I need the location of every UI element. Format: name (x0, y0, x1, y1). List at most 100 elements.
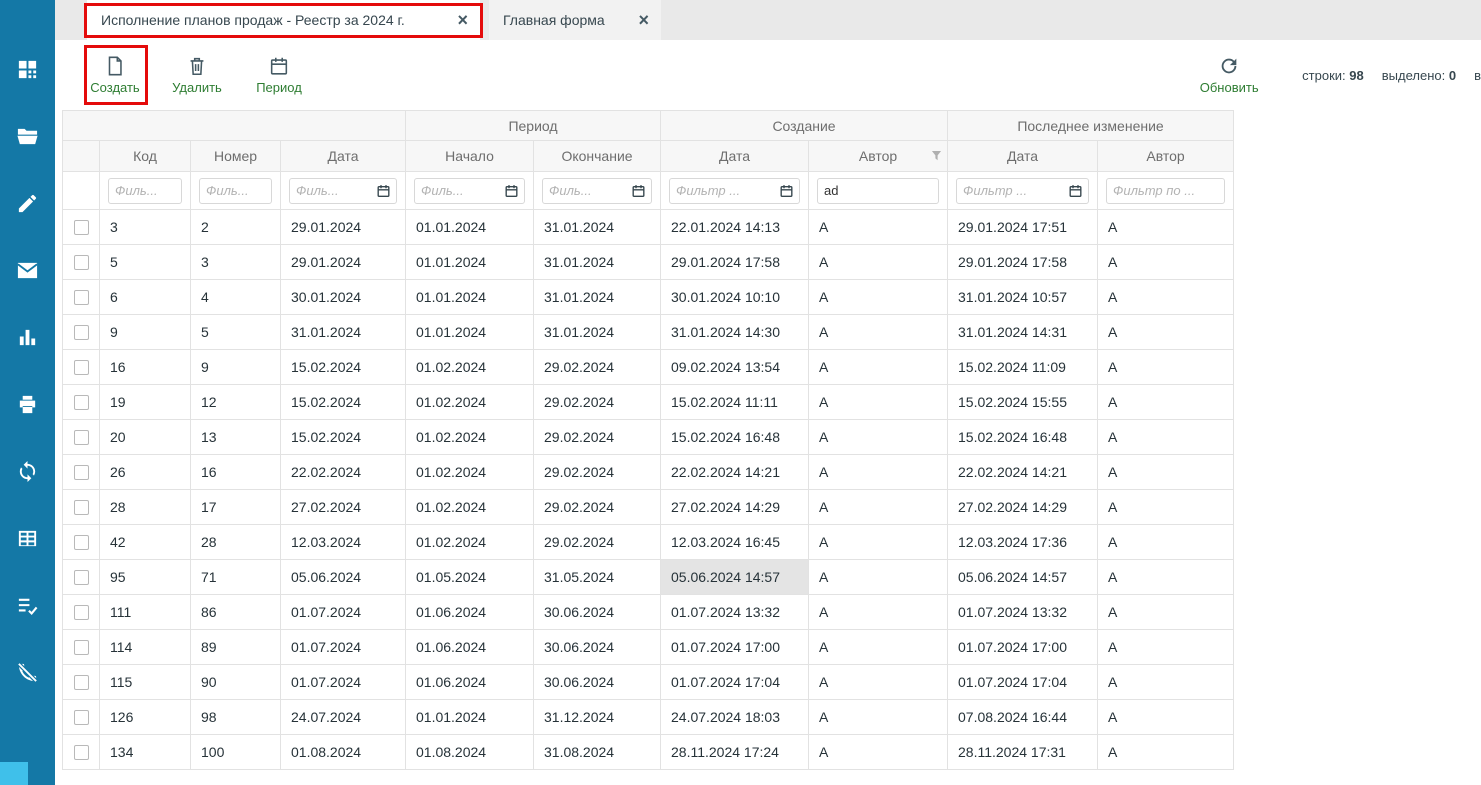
cell-number[interactable]: 2 (191, 210, 281, 245)
row-checkbox[interactable] (74, 360, 89, 375)
cell-code[interactable]: 16 (100, 350, 191, 385)
cell-period-start[interactable]: 01.05.2024 (406, 560, 534, 595)
row-checkbox[interactable] (74, 570, 89, 585)
cell-period-end[interactable]: 31.12.2024 (534, 700, 661, 735)
cell-period-start[interactable]: 01.06.2024 (406, 630, 534, 665)
cell-code[interactable]: 6 (100, 280, 191, 315)
cell-modified-author[interactable]: A (1098, 735, 1234, 770)
cell-modified-date[interactable]: 29.01.2024 17:58 (948, 245, 1098, 280)
cell-created-date[interactable]: 05.06.2024 14:57 (661, 560, 809, 595)
cell-created-author[interactable]: A (809, 665, 948, 700)
cell-date[interactable]: 30.01.2024 (281, 280, 406, 315)
cell-created-author[interactable]: A (809, 280, 948, 315)
row-checkbox[interactable] (74, 430, 89, 445)
cell-modified-author[interactable]: A (1098, 245, 1234, 280)
cell-period-start[interactable]: 01.06.2024 (406, 595, 534, 630)
row-checkbox[interactable] (74, 640, 89, 655)
cell-modified-date[interactable]: 15.02.2024 16:48 (948, 420, 1098, 455)
cell-modified-author[interactable]: A (1098, 420, 1234, 455)
cell-period-end[interactable]: 29.02.2024 (534, 385, 661, 420)
row-checkbox[interactable] (74, 325, 89, 340)
cell-number[interactable]: 13 (191, 420, 281, 455)
cell-number[interactable]: 28 (191, 525, 281, 560)
sidebar-item-registry[interactable] (0, 505, 55, 572)
cell-created-date[interactable]: 31.01.2024 14:30 (661, 315, 809, 350)
cell-modified-date[interactable]: 12.03.2024 17:36 (948, 525, 1098, 560)
cell-created-author[interactable]: A (809, 560, 948, 595)
cell-modified-author[interactable]: A (1098, 455, 1234, 490)
cell-date[interactable]: 29.01.2024 (281, 210, 406, 245)
cell-modified-date[interactable]: 27.02.2024 14:29 (948, 490, 1098, 525)
cell-number[interactable]: 89 (191, 630, 281, 665)
cell-created-author[interactable]: A (809, 525, 948, 560)
cell-code[interactable]: 5 (100, 245, 191, 280)
sidebar-item-qr[interactable] (0, 36, 55, 103)
cell-code[interactable]: 26 (100, 455, 191, 490)
cell-modified-date[interactable]: 01.07.2024 17:04 (948, 665, 1098, 700)
cell-created-author[interactable]: A (809, 735, 948, 770)
column-header-period-end[interactable]: Окончание (534, 141, 661, 172)
cell-period-start[interactable]: 01.01.2024 (406, 245, 534, 280)
cell-period-start[interactable]: 01.06.2024 (406, 665, 534, 700)
cell-period-start[interactable]: 01.01.2024 (406, 210, 534, 245)
cell-code[interactable]: 19 (100, 385, 191, 420)
cell-modified-date[interactable]: 31.01.2024 14:31 (948, 315, 1098, 350)
cell-number[interactable]: 98 (191, 700, 281, 735)
cell-modified-author[interactable]: A (1098, 595, 1234, 630)
cell-code[interactable]: 111 (100, 595, 191, 630)
cell-date[interactable]: 15.02.2024 (281, 385, 406, 420)
cell-created-author[interactable]: A (809, 490, 948, 525)
cell-date[interactable]: 05.06.2024 (281, 560, 406, 595)
cell-period-end[interactable]: 31.01.2024 (534, 315, 661, 350)
calendar-icon[interactable] (376, 183, 391, 198)
cell-created-date[interactable]: 29.01.2024 17:58 (661, 245, 809, 280)
cell-date[interactable]: 27.02.2024 (281, 490, 406, 525)
filter-number-input[interactable] (199, 178, 272, 204)
sidebar-item-reports[interactable] (0, 304, 55, 371)
cell-code[interactable]: 42 (100, 525, 191, 560)
column-header-code[interactable]: Код (100, 141, 191, 172)
cell-code[interactable]: 115 (100, 665, 191, 700)
cell-code[interactable]: 114 (100, 630, 191, 665)
cell-date[interactable]: 15.02.2024 (281, 420, 406, 455)
cell-created-date[interactable]: 12.03.2024 16:45 (661, 525, 809, 560)
cell-created-author[interactable]: A (809, 595, 948, 630)
cell-period-start[interactable]: 01.01.2024 (406, 700, 534, 735)
calendar-icon[interactable] (504, 183, 519, 198)
cell-created-date[interactable]: 15.02.2024 11:11 (661, 385, 809, 420)
cell-created-author[interactable]: A (809, 350, 948, 385)
cell-created-author[interactable]: A (809, 630, 948, 665)
cell-number[interactable]: 3 (191, 245, 281, 280)
column-header-modified-author[interactable]: Автор (1098, 141, 1234, 172)
cell-number[interactable]: 12 (191, 385, 281, 420)
cell-date[interactable]: 01.08.2024 (281, 735, 406, 770)
row-checkbox[interactable] (74, 220, 89, 235)
cell-modified-author[interactable]: A (1098, 350, 1234, 385)
tab-sales-plan-registry[interactable]: Исполнение планов продаж - Реестр за 202… (87, 0, 480, 40)
cell-modified-author[interactable]: A (1098, 665, 1234, 700)
row-checkbox[interactable] (74, 290, 89, 305)
cell-date[interactable]: 01.07.2024 (281, 595, 406, 630)
cell-date[interactable]: 01.07.2024 (281, 630, 406, 665)
close-icon[interactable]: × (457, 11, 468, 29)
cell-number[interactable]: 4 (191, 280, 281, 315)
cell-number[interactable]: 16 (191, 455, 281, 490)
cell-period-end[interactable]: 31.05.2024 (534, 560, 661, 595)
cell-code[interactable]: 28 (100, 490, 191, 525)
sidebar-item-folders[interactable] (0, 103, 55, 170)
column-header-created-date[interactable]: Дата (661, 141, 809, 172)
cell-created-date[interactable]: 27.02.2024 14:29 (661, 490, 809, 525)
column-header-number[interactable]: Номер (191, 141, 281, 172)
period-button[interactable]: Период (248, 55, 310, 95)
cell-period-end[interactable]: 29.02.2024 (534, 490, 661, 525)
filter-created-author-input[interactable] (817, 178, 939, 204)
cell-number[interactable]: 17 (191, 490, 281, 525)
cell-modified-author[interactable]: A (1098, 490, 1234, 525)
cell-modified-author[interactable]: A (1098, 630, 1234, 665)
cell-modified-author[interactable]: A (1098, 280, 1234, 315)
cell-modified-author[interactable]: A (1098, 315, 1234, 350)
sidebar-item-edit[interactable] (0, 170, 55, 237)
cell-created-date[interactable]: 30.01.2024 10:10 (661, 280, 809, 315)
sidebar-item-tasks[interactable] (0, 572, 55, 639)
cell-modified-date[interactable]: 01.07.2024 17:00 (948, 630, 1098, 665)
